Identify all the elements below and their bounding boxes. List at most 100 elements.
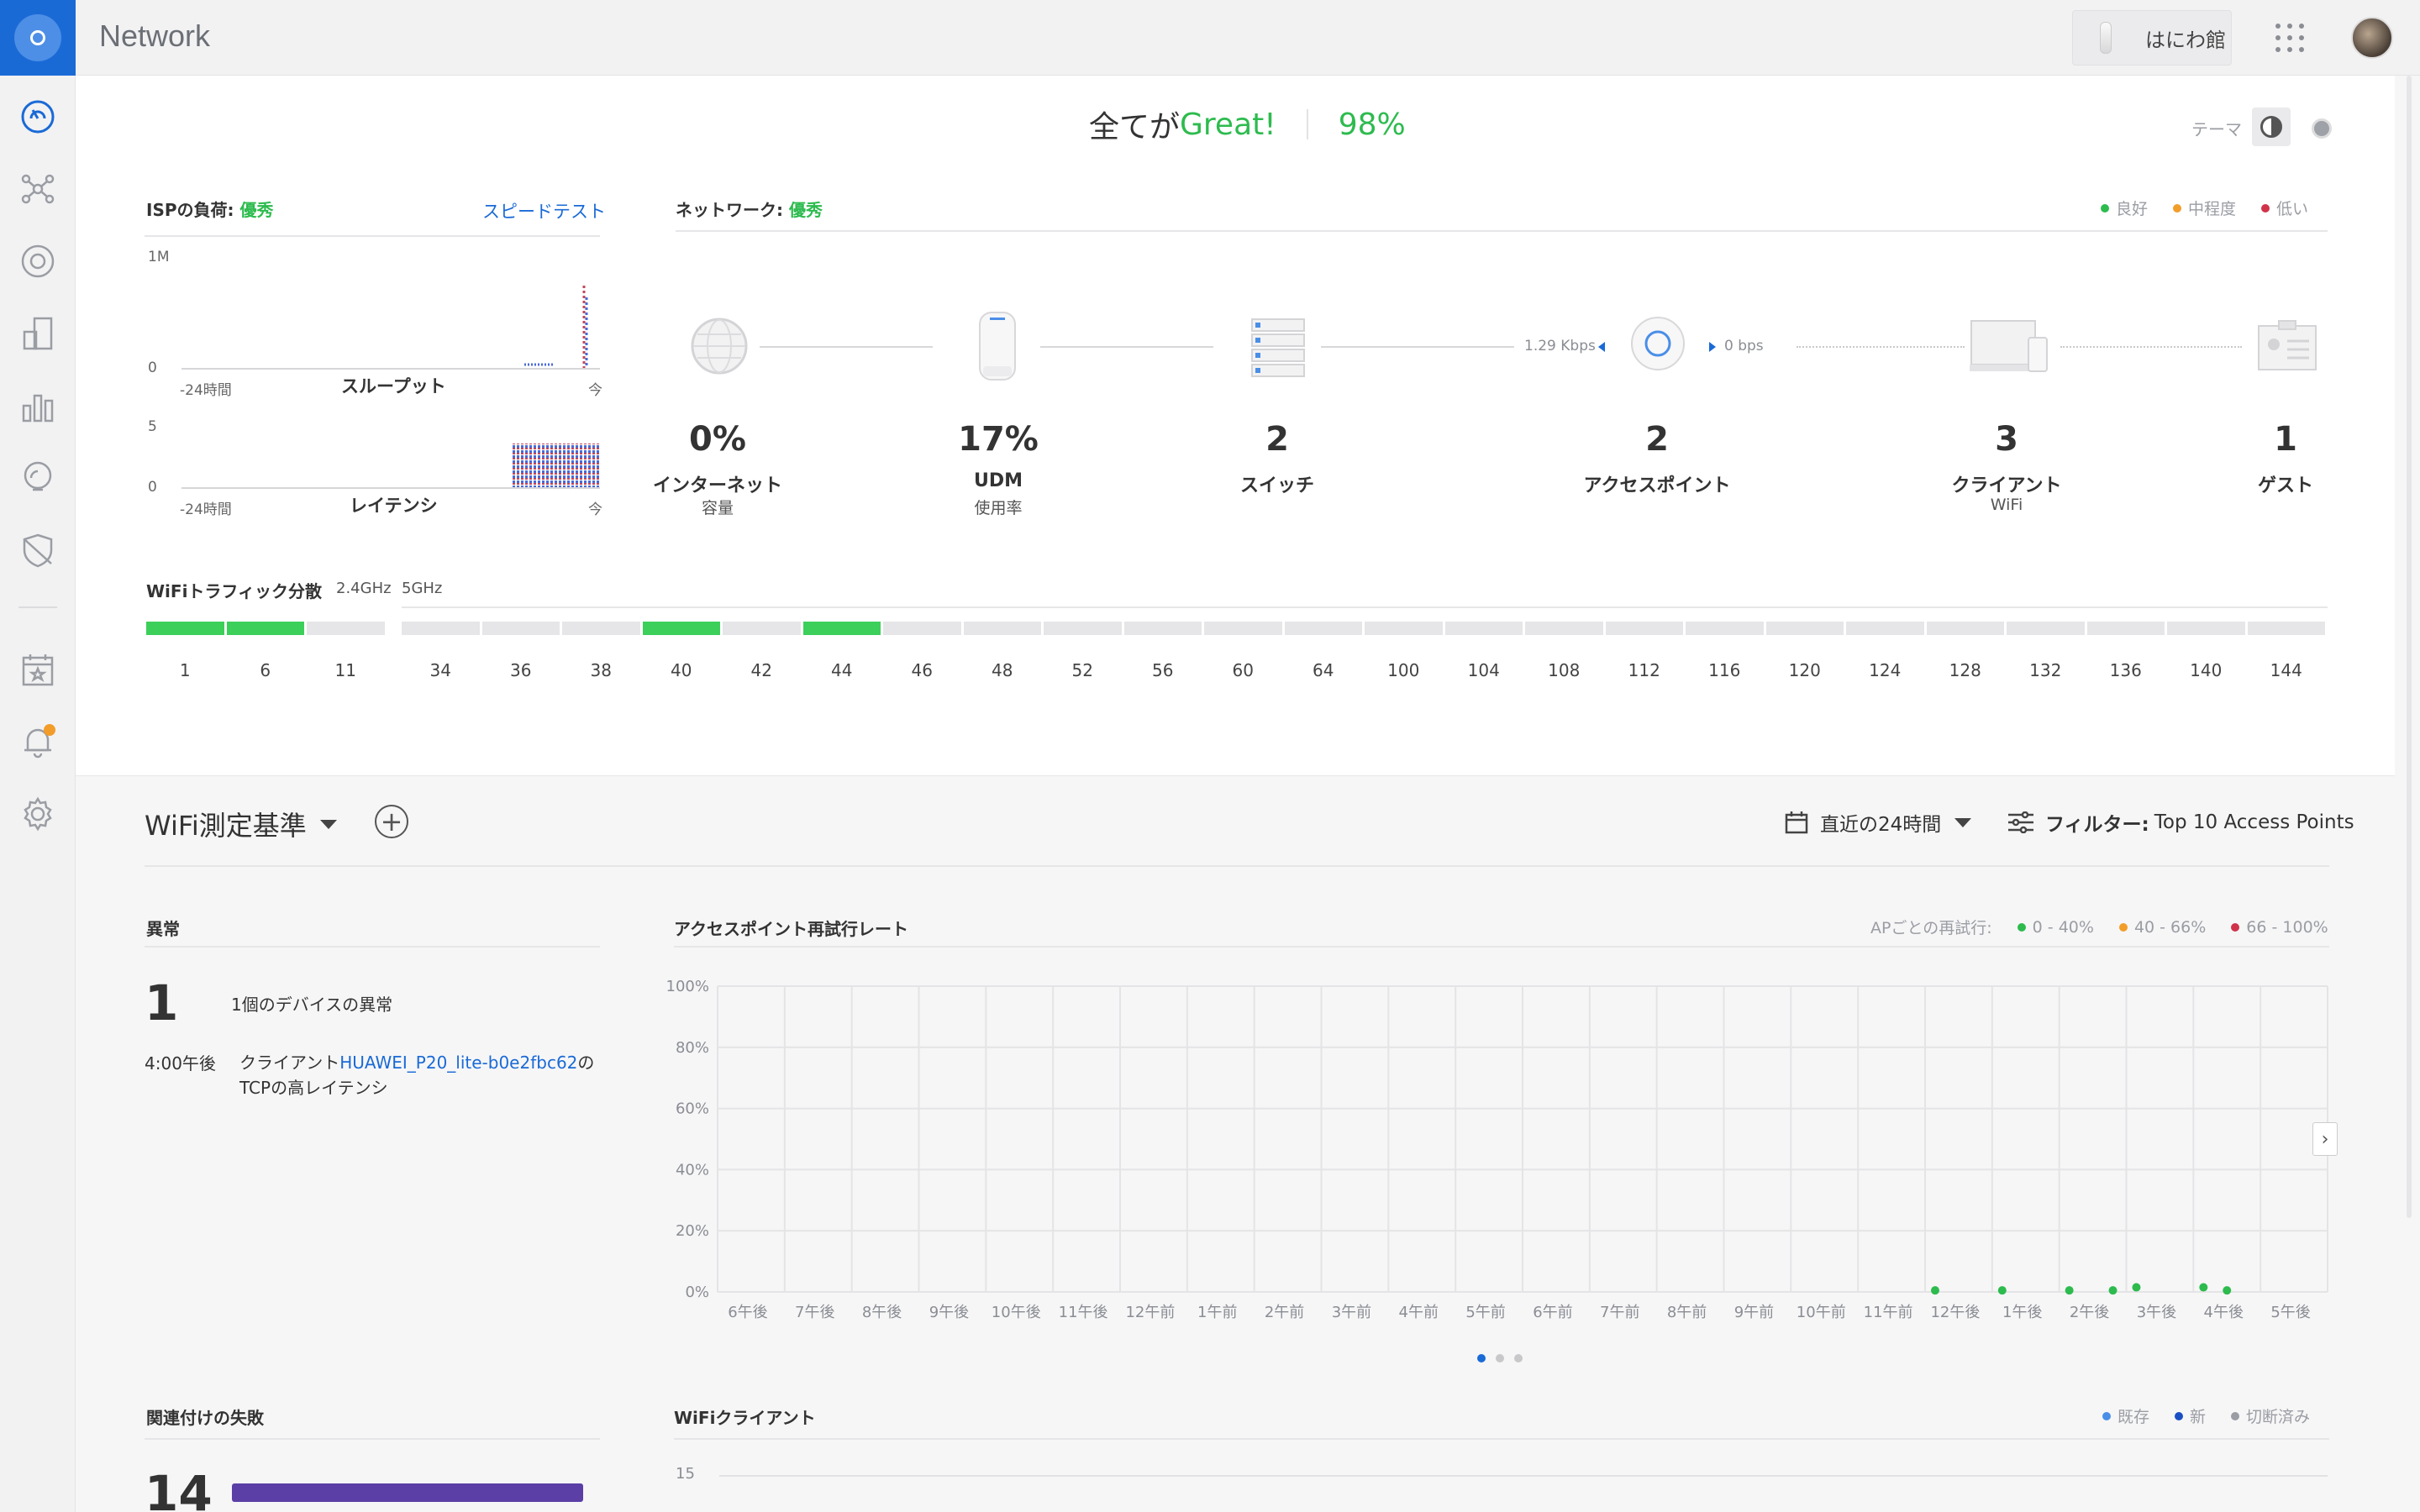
channel-bar-100 [1365,622,1443,635]
channel-bar-108 [1525,622,1603,635]
y-tick-label: 80% [676,1039,709,1057]
channel-label-64: 64 [1313,660,1334,680]
channel-bar-1 [146,622,224,635]
x-tick-label: 1午前 [1197,1304,1237,1321]
channel-bar-52 [1044,622,1122,635]
x-tick-label: 1午後 [2002,1304,2042,1321]
channel-bar-34 [402,622,480,635]
y-tick-label: 40% [676,1161,709,1179]
x-tick-label: 2午後 [2070,1304,2109,1321]
x-tick-label: 11午前 [1864,1304,1913,1321]
channel-bar-42 [723,622,801,635]
channel-bar-40 [642,622,720,635]
x-tick-label: 5午前 [1465,1304,1505,1321]
channel-bar-60 [1204,622,1282,635]
y-tick-label: 60% [676,1100,709,1118]
channel-bar-44 [802,622,881,635]
x-tick-label: 7午前 [1600,1304,1639,1321]
channel-label-36: 36 [510,660,532,680]
channel-label-56: 56 [1152,660,1174,680]
channel-label-42: 42 [750,660,772,680]
x-tick-label: 9午前 [1734,1304,1774,1321]
legend-disconnected: 切断済み [2231,1404,2310,1427]
channel-bar-132 [2007,622,2085,635]
assoc-divider [145,1438,600,1440]
retry-rate-chart: 0% 20% 40% 60% 80% 100% 6午後 7午後 8午後 9午後 10午後 11午後 12… [666,978,2328,1321]
channel-bar-124 [1846,622,1924,635]
retry-point[interactable] [2065,1286,2074,1295]
channel-label-112: 112 [1628,660,1660,680]
channel-bar-136 [2086,622,2165,635]
x-tick-label: 6午後 [728,1304,767,1321]
channel-bar-11 [307,622,385,635]
x-tick-label: 10午前 [1797,1304,1846,1321]
channel-bar-128 [1926,622,2004,635]
channel-label-38: 38 [590,660,612,680]
wifi-clients-grid [719,1475,2328,1477]
pager-dot-1[interactable] [1477,1354,1486,1362]
assoc-title: 関連付けの失敗 [146,1408,264,1428]
x-tick-label: 9午後 [929,1304,969,1321]
channel-label-1: 1 [179,660,191,680]
chart-pager[interactable] [1477,1354,1533,1362]
chart-next-button[interactable]: › [2312,1122,2338,1156]
x-tick-label: 12午後 [1930,1304,1980,1321]
channel-label-120: 120 [1788,660,1821,680]
channel-bar-46 [883,622,961,635]
channel-bar-112 [1605,622,1683,635]
channel-label-124: 124 [1869,660,1902,680]
channel-label-60: 60 [1232,660,1254,680]
pager-dot-3[interactable] [1514,1354,1523,1362]
channel-bar-104 [1444,622,1523,635]
channel-label-104: 104 [1467,660,1500,680]
x-tick-label: 11午後 [1059,1304,1108,1321]
channel-bar-36 [481,622,560,635]
channel-label-46: 46 [911,660,933,680]
channel-label-52: 52 [1071,660,1093,680]
wifi-clients-divider [674,1438,2329,1440]
channel-bar-48 [963,622,1041,635]
channel-label-108: 108 [1548,660,1581,680]
channel-label-140: 140 [2190,660,2223,680]
channel-bar-140 [2167,622,2245,635]
retry-point[interactable] [2199,1283,2208,1292]
assoc-count: 14 [145,1465,213,1512]
legend-new: 新 [2175,1404,2206,1427]
x-tick-label: 8午後 [862,1304,902,1321]
channel-bar-38 [562,622,640,635]
retry-point[interactable] [1930,1286,1939,1295]
channel-bar-116 [1686,622,1764,635]
x-tick-label: 8午前 [1667,1304,1707,1321]
channel-bar-144 [2247,622,2325,635]
channel-label-6: 6 [260,660,271,680]
pager-dot-2[interactable] [1496,1354,1504,1362]
retry-point[interactable] [2223,1286,2232,1295]
channel-bar-6 [226,622,304,635]
assoc-bar [232,1483,583,1502]
x-tick-label: 4午前 [1399,1304,1439,1321]
channel-label-136: 136 [2109,660,2142,680]
channel-label-144: 144 [2270,660,2302,680]
channel-label-11: 11 [334,660,356,680]
x-tick-label: 6午前 [1533,1304,1572,1321]
x-tick-label: 5午後 [2270,1304,2310,1321]
y-tick-label: 20% [676,1222,709,1240]
channel-bar-56 [1123,622,1202,635]
retry-point[interactable] [2108,1286,2118,1295]
legend-existing: 既存 [2102,1404,2149,1427]
x-tick-label: 10午後 [992,1304,1041,1321]
channel-label-116: 116 [1708,660,1741,680]
x-tick-label: 12午前 [1125,1304,1175,1321]
retry-point[interactable] [1997,1286,2007,1295]
channel-label-132: 132 [2029,660,2062,680]
channel-label-48: 48 [992,660,1013,680]
channel-label-34: 34 [429,660,451,680]
x-tick-label: 7午後 [795,1304,834,1321]
channel-bar-120 [1765,622,1844,635]
channel-bar-64 [1284,622,1362,635]
x-tick-label: 4午後 [2204,1304,2244,1321]
y-tick-label: 0% [685,1284,709,1301]
chevron-right-icon: › [2321,1128,2329,1150]
x-tick-label: 3午後 [2137,1304,2176,1321]
retry-point[interactable] [2132,1283,2141,1292]
